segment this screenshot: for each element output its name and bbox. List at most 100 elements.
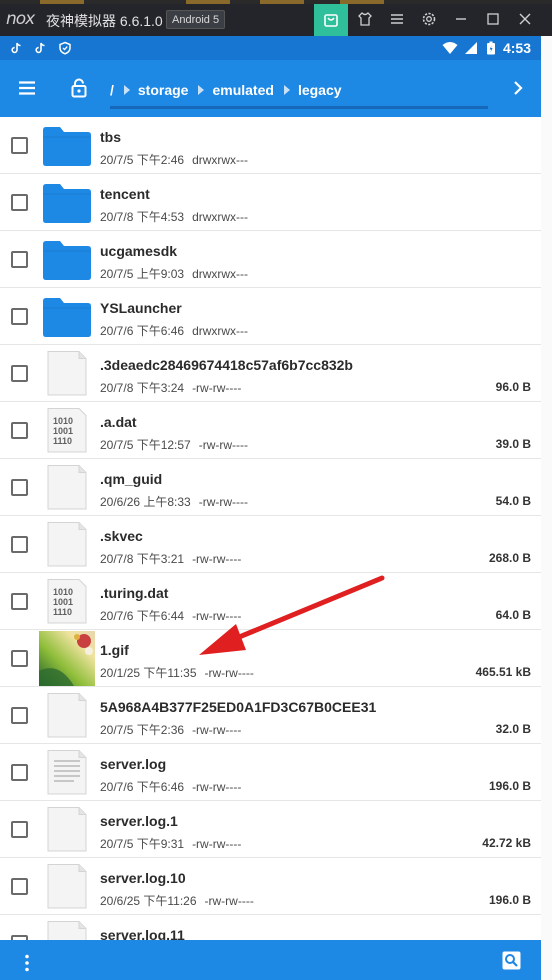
folder-icon — [41, 122, 93, 168]
file-meta: 20/7/8 下午4:53 drwxrwx--- — [100, 208, 248, 225]
file-date: 20/7/8 下午3:21 — [100, 552, 185, 566]
bottom-action-bar — [0, 940, 541, 980]
file-size: 64.0 B — [495, 608, 531, 622]
unlock-icon[interactable] — [69, 78, 89, 98]
file-name: YSLauncher — [100, 300, 182, 316]
file-date: 20/7/6 下午6:44 — [100, 609, 185, 623]
file-meta: 20/7/5 下午12:57 -rw-rw---- — [100, 436, 248, 453]
select-checkbox[interactable] — [11, 137, 28, 154]
file-date: 20/7/5 上午9:03 — [100, 267, 185, 281]
file-meta: 20/7/8 下午3:24 -rw-rw---- — [100, 379, 241, 396]
select-checkbox[interactable] — [11, 878, 28, 895]
file-row[interactable]: server.log.10 20/6/25 下午11:26 -rw-rw---- 19… — [0, 858, 541, 915]
wifi-icon — [442, 42, 458, 54]
file-size: 465.51 kB — [475, 665, 531, 679]
breadcrumb-root[interactable]: / — [110, 82, 114, 98]
file-row[interactable]: tbs 20/7/5 下午2:46 drwxrwx--- — [0, 117, 541, 174]
file-row[interactable]: tencent 20/7/8 下午4:53 drwxrwx--- — [0, 174, 541, 231]
file-permissions: -rw-rw---- — [192, 723, 242, 737]
file-permissions: -rw-rw---- — [198, 438, 249, 452]
select-checkbox[interactable] — [11, 764, 28, 781]
file-size: 268.0 B — [488, 551, 531, 565]
file-name: .qm_guid — [100, 471, 163, 487]
file-row[interactable]: .skvec 20/7/8 下午3:21 -rw-rw---- 268.0 B — [0, 516, 541, 573]
select-checkbox[interactable] — [11, 821, 28, 838]
file-date: 20/7/5 下午2:46 — [100, 153, 185, 167]
file-icon — [41, 920, 93, 940]
file-permissions: drwxrwx--- — [192, 153, 249, 167]
file-name: server.log.10 — [100, 870, 186, 886]
file-name: 5A968A4B377F25ED0A1FD3C67B0CEE31 — [100, 699, 377, 715]
breadcrumb-storage[interactable]: storage — [138, 82, 189, 98]
file-permissions: drwxrwx--- — [192, 324, 249, 338]
file-date: 20/7/5 下午9:31 — [100, 837, 185, 851]
breadcrumb-emulated[interactable]: emulated — [212, 82, 273, 98]
file-meta: 20/6/26 上午8:33 -rw-rw---- — [100, 493, 248, 510]
file-name: .skvec — [100, 528, 143, 544]
select-checkbox[interactable] — [11, 593, 28, 610]
file-row[interactable]: server.log 20/7/6 下午6:46 -rw-rw---- 196.0 B — [0, 744, 541, 801]
binary-file-icon: 1010 1001 1110 — [41, 578, 93, 624]
file-row[interactable]: server.log.1 20/7/5 下午9:31 -rw-rw---- 42.72… — [0, 801, 541, 858]
select-checkbox[interactable] — [11, 251, 28, 268]
chevron-right-icon[interactable] — [511, 79, 525, 97]
file-permissions: -rw-rw---- — [192, 381, 242, 395]
maximize-icon[interactable] — [476, 6, 510, 32]
select-checkbox[interactable] — [11, 308, 28, 325]
hamburger-menu-icon[interactable] — [17, 78, 37, 98]
file-date: 20/7/8 下午3:24 — [100, 381, 185, 395]
menu-icon[interactable] — [380, 6, 414, 32]
file-row[interactable]: YSLauncher 20/7/6 下午6:46 drwxrwx--- — [0, 288, 541, 345]
file-row[interactable]: server.log.11 — [0, 915, 541, 940]
android-status-bar: 4:53 — [0, 36, 541, 60]
file-size: 32.0 B — [495, 722, 531, 736]
select-checkbox[interactable] — [11, 650, 28, 667]
svg-text:1110: 1110 — [53, 436, 72, 446]
select-checkbox[interactable] — [11, 479, 28, 496]
file-name: .a.dat — [100, 414, 137, 430]
file-icon — [41, 806, 93, 852]
file-row[interactable]: 1010 1001 1110 .a.dat 20/7/5 下午12:57 -rw-rw--… — [0, 402, 541, 459]
select-checkbox[interactable] — [11, 194, 28, 211]
svg-text:1001: 1001 — [53, 426, 73, 436]
breadcrumb-separator-icon — [283, 85, 290, 95]
file-date: 20/1/25 下午11:35 — [100, 666, 197, 680]
file-meta: 20/7/5 下午2:46 drwxrwx--- — [100, 151, 248, 168]
file-row[interactable]: .3deaedc28469674418c57af6b7cc832b 20/7/8 … — [0, 345, 541, 402]
shirt-icon[interactable] — [348, 6, 382, 32]
breadcrumb-separator-icon — [198, 85, 205, 95]
file-row[interactable]: 1010 1001 1110 .turing.dat 20/7/6 下午6:44 -rw-… — [0, 573, 541, 630]
battery-icon — [487, 41, 495, 55]
file-meta: 20/7/5 下午2:36 -rw-rw---- — [100, 721, 241, 738]
select-checkbox[interactable] — [11, 536, 28, 553]
file-size: 39.0 B — [495, 437, 531, 451]
svg-text:1010: 1010 — [53, 416, 73, 426]
shield-icon — [59, 41, 71, 55]
top-image-strip — [0, 0, 552, 4]
select-checkbox[interactable] — [11, 365, 28, 382]
folder-icon — [41, 293, 93, 339]
file-meta: 20/1/25 下午11:35 -rw-rw---- — [100, 664, 254, 681]
minimize-icon[interactable] — [444, 6, 478, 32]
file-size: 196.0 B — [488, 893, 531, 907]
breadcrumb-legacy[interactable]: legacy — [298, 82, 342, 98]
file-row[interactable]: ucgamesdk 20/7/5 上午9:03 drwxrwx--- — [0, 231, 541, 288]
text-file-icon — [41, 749, 93, 795]
select-checkbox[interactable] — [11, 707, 28, 724]
settings-icon[interactable] — [412, 6, 446, 32]
store-icon[interactable] — [314, 4, 348, 36]
file-row[interactable]: .qm_guid 20/6/26 上午8:33 -rw-rw---- 54.0 B — [0, 459, 541, 516]
folder-icon — [41, 179, 93, 225]
file-row[interactable]: 1.gif 20/1/25 下午11:35 -rw-rw---- 465.51 kB — [0, 630, 541, 687]
select-checkbox[interactable] — [11, 422, 28, 439]
file-row[interactable]: 5A968A4B377F25ED0A1FD3C67B0CEE31 20/7/5 下… — [0, 687, 541, 744]
file-icon — [41, 692, 93, 738]
file-permissions: -rw-rw---- — [198, 495, 249, 509]
file-name: .3deaedc28469674418c57af6b7cc832b — [100, 357, 353, 373]
close-icon[interactable] — [508, 6, 542, 32]
file-name: server.log.11 — [100, 927, 185, 940]
signal-icon — [465, 42, 477, 54]
more-vert-icon[interactable] — [20, 953, 34, 973]
search-icon[interactable] — [502, 951, 521, 970]
file-name: tencent — [100, 186, 150, 202]
